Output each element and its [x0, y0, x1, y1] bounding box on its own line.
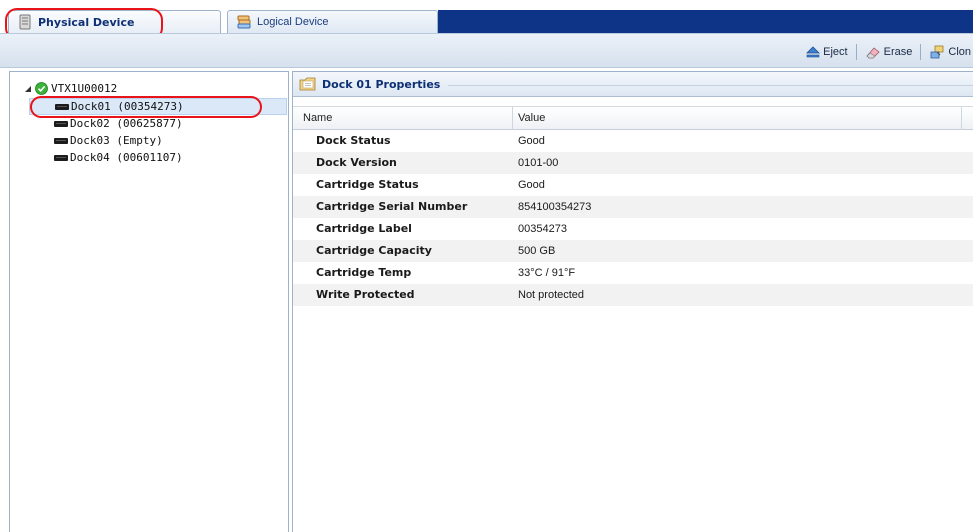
tree-node-device[interactable]: VTX1U00012 [24, 80, 117, 97]
row-value: 00354273 [518, 223, 567, 235]
column-header-name[interactable]: Name [303, 112, 332, 124]
dock-icon [54, 120, 68, 127]
clone-icon [930, 45, 944, 59]
row-name: Cartridge Status [316, 178, 419, 191]
table-header: Name Value [293, 106, 973, 130]
properties-panel: Dock 01 Properties Name Value Dock Statu… [292, 71, 973, 532]
row-value: 33°C / 91°F [518, 267, 576, 279]
table-row[interactable]: Dock Version 0101-00 [293, 152, 973, 174]
table-row[interactable]: Write Protected Not protected [293, 284, 973, 306]
dock-icon [55, 103, 69, 110]
row-name: Dock Status [316, 134, 391, 147]
eject-button-label: Eject [823, 46, 848, 58]
tree-node-dock03[interactable]: Dock03 (Empty) [54, 132, 163, 149]
eject-button[interactable]: Eject [804, 46, 849, 58]
tree-node-dock04-label: Dock04 (00601107) [70, 151, 183, 164]
eraser-icon [866, 47, 880, 59]
row-value: Good [518, 179, 545, 191]
row-value: 854100354273 [518, 201, 592, 213]
tab-physical-device[interactable]: Physical Device [8, 10, 221, 33]
eject-icon [806, 46, 821, 58]
row-name: Cartridge Temp [316, 266, 412, 279]
tab-physical-device-label: Physical Device [38, 15, 135, 29]
row-name: Dock Version [316, 156, 397, 169]
row-value: 0101-00 [518, 157, 559, 169]
properties-header: Dock 01 Properties [293, 72, 973, 97]
properties-table: Name Value Dock Status Good Dock Version… [293, 106, 973, 306]
device-tree-panel: VTX1U00012 Dock01 (00354273) Dock02 (006… [9, 71, 289, 532]
column-divider[interactable] [961, 107, 962, 130]
row-value: 500 GB [518, 245, 556, 257]
table-row[interactable]: Cartridge Label 00354273 [293, 218, 973, 240]
row-value: Good [518, 135, 545, 147]
table-row[interactable]: Cartridge Temp 33°C / 91°F [293, 262, 973, 284]
disk-stack-icon [236, 14, 252, 30]
collapse-triangle-icon[interactable] [24, 85, 32, 93]
properties-folder-icon [299, 77, 316, 91]
column-header-value[interactable]: Value [518, 112, 545, 124]
tree-node-device-label: VTX1U00012 [51, 82, 118, 95]
row-value: Not protected [518, 289, 585, 301]
tab-logical-device-label: Logical Device [257, 16, 329, 28]
tree-node-dock02[interactable]: Dock02 (00625877) [54, 115, 183, 132]
row-name: Cartridge Serial Number [316, 200, 468, 213]
row-name: Cartridge Capacity [316, 244, 432, 257]
dock-icon [54, 137, 68, 144]
table-row[interactable]: Cartridge Serial Number 854100354273 [293, 196, 973, 218]
dock-icon [54, 154, 68, 161]
tab-bar: Physical Device Logical Device [0, 0, 973, 40]
tree-node-dock02-label: Dock02 (00625877) [70, 117, 183, 130]
tab-bar-background [438, 10, 973, 33]
erase-button-label: Erase [883, 46, 913, 58]
properties-title: Dock 01 Properties [322, 77, 441, 91]
header-divider [448, 84, 973, 86]
status-ok-icon [35, 82, 48, 95]
server-icon [17, 14, 33, 30]
toolbar-divider [920, 44, 922, 60]
tree-node-dock01[interactable]: Dock01 (00354273) [29, 98, 287, 115]
toolbar: Eject Erase Clon [0, 33, 973, 68]
row-name: Cartridge Label [316, 222, 412, 235]
tree-node-dock04[interactable]: Dock04 (00601107) [54, 149, 183, 166]
clone-button-label: Clon [948, 46, 971, 58]
tab-logical-device[interactable]: Logical Device [227, 10, 438, 33]
table-row[interactable]: Cartridge Status Good [293, 174, 973, 196]
tree-node-dock03-label: Dock03 (Empty) [70, 134, 163, 147]
table-row[interactable]: Dock Status Good [293, 130, 973, 152]
toolbar-actions: Eject Erase Clon [804, 43, 973, 61]
toolbar-divider [855, 44, 857, 60]
column-divider[interactable] [512, 107, 513, 130]
table-row[interactable]: Cartridge Capacity 500 GB [293, 240, 973, 262]
tree-node-dock01-label: Dock01 (00354273) [71, 100, 184, 113]
row-name: Write Protected [316, 288, 415, 301]
clone-button[interactable]: Clon [927, 44, 973, 60]
erase-button[interactable]: Erase [863, 44, 915, 60]
